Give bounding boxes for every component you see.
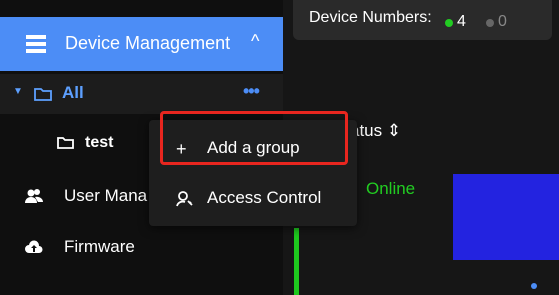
more-options-icon[interactable]: •••: [243, 81, 260, 102]
status-bar: [294, 228, 299, 295]
tree-node-all[interactable]: ▼ All •••: [0, 74, 283, 114]
tree-node-all-label: All: [62, 83, 84, 102]
nav-device-management[interactable]: Device Management ^: [0, 17, 283, 71]
offline-dot-icon: [486, 19, 494, 27]
user-key-icon: [176, 191, 193, 207]
online-dot-icon: [445, 19, 453, 27]
offline-count: 0: [498, 13, 507, 30]
nav-firmware-label: Firmware: [64, 237, 135, 256]
menu-item-access-control-label: Access Control: [207, 188, 322, 207]
chevron-up-icon[interactable]: ^: [251, 31, 259, 52]
folder-icon: [34, 88, 52, 101]
menu-item-access-control[interactable]: Access Control: [149, 178, 357, 218]
folder-icon: [57, 137, 74, 149]
tree-node-test-label: test: [85, 134, 114, 151]
indicator-dot: [531, 283, 537, 289]
device-numbers-bar: Device Numbers: 4 0: [293, 0, 552, 40]
status-column-header[interactable]: atus ⇕: [350, 121, 401, 141]
status-cell-online: Online: [366, 179, 416, 198]
device-numbers-label: Device Numbers:: [309, 9, 432, 26]
cloud-upload-icon: [25, 240, 43, 253]
users-icon: [25, 189, 43, 203]
chart-block: [453, 174, 559, 260]
nav-user-management-label: User Mana: [64, 186, 148, 205]
online-count: 4: [457, 13, 466, 30]
device-list-icon: [26, 35, 46, 53]
caret-down-icon[interactable]: ▼: [13, 86, 23, 97]
nav-firmware[interactable]: Firmware: [0, 227, 283, 267]
nav-device-management-label: Device Management: [65, 33, 231, 53]
highlight-box: [160, 111, 348, 165]
